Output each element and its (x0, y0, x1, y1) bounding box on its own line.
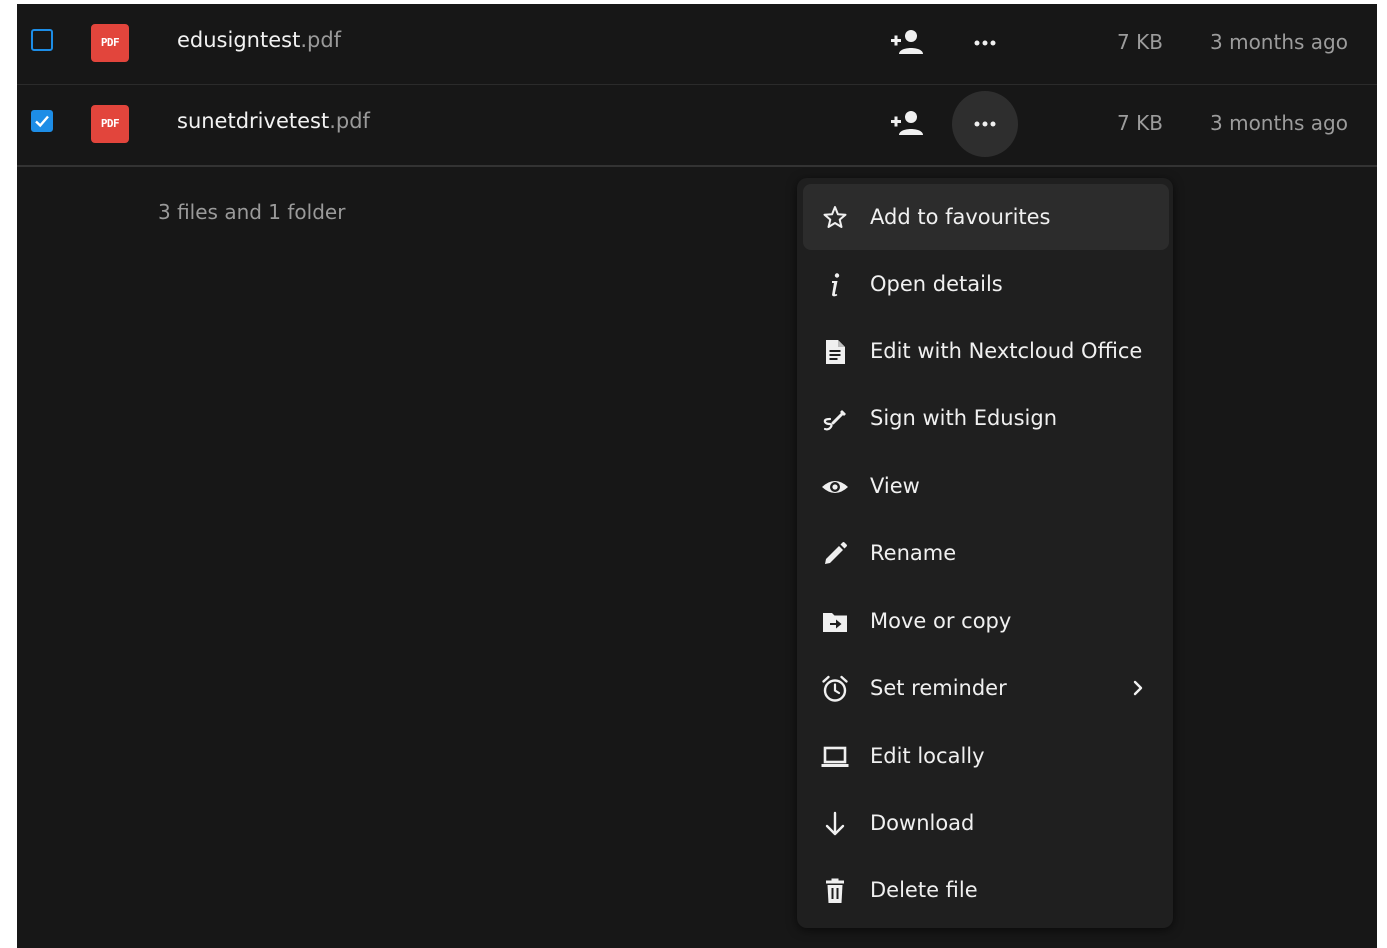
menu-item-edit-locally[interactable]: Edit locally (803, 723, 1169, 789)
file-actions-menu: Add to favourites Open details Edit with… (797, 178, 1173, 928)
menu-item-label: Set reminder (870, 676, 1007, 700)
more-horizontal-icon (974, 121, 996, 127)
menu-item-delete-file[interactable]: Delete file (803, 857, 1169, 923)
menu-item-label: Delete file (870, 878, 978, 902)
share-button[interactable] (889, 109, 925, 139)
trash-icon (826, 878, 844, 903)
pdf-file-icon: PDF (91, 105, 129, 143)
row-checkbox[interactable] (31, 29, 53, 51)
share-button[interactable] (889, 28, 925, 58)
file-extension: .pdf (300, 28, 342, 52)
menu-item-move-or-copy[interactable]: Move or copy (803, 588, 1169, 654)
add-user-icon (891, 30, 923, 54)
menu-item-open-details[interactable]: Open details (803, 251, 1169, 317)
file-name[interactable]: edusigntest.pdf (177, 28, 341, 52)
more-actions-button[interactable] (952, 10, 1018, 76)
add-user-icon (891, 111, 923, 135)
file-size: 7 KB (1117, 111, 1163, 135)
signature-icon (823, 410, 846, 431)
menu-item-download[interactable]: Download (803, 790, 1169, 856)
menu-item-add-to-favourites[interactable]: Add to favourites (803, 184, 1169, 250)
menu-item-rename[interactable]: Rename (803, 520, 1169, 586)
download-arrow-icon (825, 811, 845, 836)
file-modified: 3 months ago (1210, 111, 1348, 135)
file-basename: edusigntest (177, 28, 301, 52)
alarm-icon (822, 675, 848, 702)
menu-item-edit-with-nextcloud-office[interactable]: Edit with Nextcloud Office (803, 318, 1169, 384)
files-app: PDF edusigntest.pdf 7 KB 3 months ago PD… (17, 4, 1377, 948)
menu-item-view[interactable]: View (803, 453, 1169, 519)
menu-item-set-reminder[interactable]: Set reminder (803, 655, 1169, 721)
folder-move-icon (823, 613, 847, 632)
file-basename: sunetdrivetest (177, 109, 330, 133)
menu-item-sign-with-edusign[interactable]: Sign with Edusign (803, 385, 1169, 451)
row-checkbox[interactable] (31, 110, 53, 132)
info-icon (832, 273, 840, 297)
eye-icon (822, 481, 848, 493)
menu-item-label: Rename (870, 541, 957, 565)
file-size: 7 KB (1117, 30, 1163, 54)
menu-item-label: Open details (870, 272, 1003, 296)
more-actions-button[interactable] (952, 91, 1018, 157)
menu-item-label: Edit locally (870, 744, 985, 768)
table-row[interactable]: PDF edusigntest.pdf 7 KB 3 months ago (17, 4, 1377, 85)
files-summary: 3 files and 1 folder (158, 200, 346, 224)
file-modified: 3 months ago (1210, 30, 1348, 54)
menu-item-label: Edit with Nextcloud Office (870, 339, 1143, 363)
pdf-file-icon: PDF (91, 24, 129, 62)
laptop-icon (821, 746, 849, 767)
document-icon (826, 340, 845, 364)
file-name[interactable]: sunetdrivetest.pdf (177, 109, 370, 133)
menu-item-label: Move or copy (870, 609, 1012, 633)
star-outline-icon (823, 206, 847, 228)
pencil-icon (825, 542, 847, 564)
table-row[interactable]: PDF sunetdrivetest.pdf 7 KB 3 months ago (17, 85, 1377, 167)
chevron-right-icon (1133, 680, 1143, 696)
menu-item-label: Sign with Edusign (870, 406, 1058, 430)
more-horizontal-icon (974, 40, 996, 46)
menu-item-label: View (870, 474, 920, 498)
file-extension: .pdf (329, 109, 370, 133)
menu-item-label: Add to favourites (870, 205, 1051, 229)
menu-item-label: Download (870, 811, 975, 835)
checkmark-icon (35, 115, 49, 128)
